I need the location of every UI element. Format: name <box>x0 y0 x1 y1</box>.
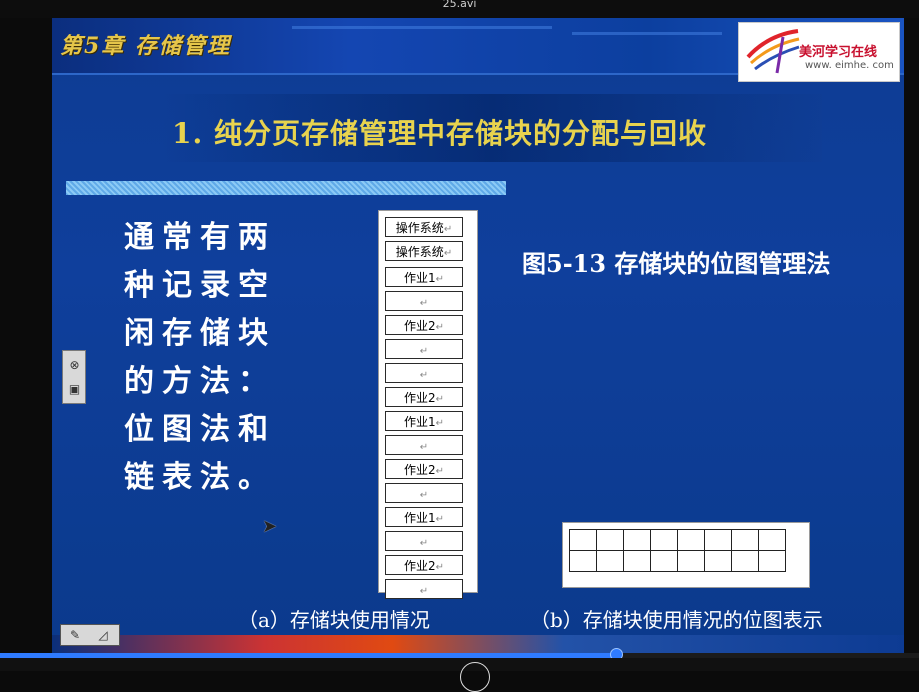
bitmap-grid <box>569 529 786 572</box>
bitmap-cell <box>677 529 705 551</box>
return-mark: ↵ <box>419 490 429 501</box>
bitmap-cell <box>758 529 786 551</box>
body-line: 位图法和 <box>124 412 276 447</box>
bitmap-cell <box>650 529 678 551</box>
close-circle-icon[interactable]: ⊗ <box>66 357 83 373</box>
play-button[interactable] <box>460 662 490 692</box>
memory-block-label: 作业2 <box>403 319 436 333</box>
return-mark: ↵ <box>435 466 445 477</box>
hatched-divider <box>66 181 506 195</box>
memory-block-label: 作业1 <box>403 415 436 429</box>
return-mark: ↵ <box>435 418 445 429</box>
memory-block-label: 操作系统 <box>395 245 444 259</box>
memory-block-label: 作业2 <box>403 391 436 405</box>
memory-block: 作业2↵ <box>385 387 463 407</box>
figure-caption: 图5-13 存储块的位图管理法 <box>522 249 831 278</box>
triangle-icon[interactable]: ◿ <box>91 627 115 643</box>
body-line: 的方法： <box>124 364 276 399</box>
memory-block: ↵ <box>385 531 463 551</box>
caption-b: （b）存储块使用情况的位图表示 <box>530 608 823 632</box>
bitmap-cell <box>623 529 651 551</box>
player-controls <box>0 658 919 671</box>
logo-url: www. eimhe. com <box>805 60 894 71</box>
bitmap-cell <box>731 529 759 551</box>
window-title: 25.avi <box>442 0 477 10</box>
pen-icon[interactable]: ✎ <box>63 627 87 643</box>
return-mark: ↵ <box>419 346 429 357</box>
memory-block: 作业1↵ <box>385 411 463 431</box>
memory-block: 作业2↵ <box>385 555 463 575</box>
return-mark: ↵ <box>435 514 445 525</box>
mouse-pointer-icon: ➤ <box>262 516 278 537</box>
chapter-title: 第5章 存储管理 <box>60 33 231 59</box>
memory-block: ↵ <box>385 579 463 599</box>
slide-nav-control[interactable]: ✎ ◿ <box>60 624 120 646</box>
bitmap-cell <box>704 529 732 551</box>
side-toolbar[interactable]: ⊗ ▣ <box>62 350 86 404</box>
memory-block: ↵ <box>385 363 463 383</box>
bitmap-diagram <box>562 522 810 588</box>
bitmap-cell <box>704 550 732 572</box>
slide: 第5章 存储管理 美河学习在线 www. eimhe. com 1. 纯分页存储… <box>52 18 904 653</box>
memory-block-label: 操作系统 <box>395 221 444 235</box>
bitmap-cell <box>650 550 678 572</box>
body-text: 通常有两 种记录空 闲存储块 的方法： 位图法和 链表法。 <box>124 214 304 502</box>
block-usage-diagram: 操作系统↵ 操作系统↵ 作业1↵ ↵ 作业2↵ ↵ ↵ 作业2↵ 作业1↵ ↵ 作业2↵ ↵ 作业1↵ ↵… <box>378 210 478 599</box>
return-mark: ↵ <box>419 586 429 597</box>
return-mark: ↵ <box>419 298 429 309</box>
memory-block: ↵ <box>385 291 463 311</box>
bitmap-cell <box>731 550 759 572</box>
logo-swoosh-icon <box>746 29 800 74</box>
bitmap-cell <box>758 550 786 572</box>
bitmap-cell <box>677 550 705 572</box>
slide-title: 1. 纯分页存储管理中存储块的分配与回收 <box>172 117 707 150</box>
caption-a: （a）存储块使用情况 <box>238 608 430 632</box>
memory-block: 作业1↵ <box>385 267 463 287</box>
window-pointer-icon[interactable]: ▣ <box>66 381 83 397</box>
return-mark: ↵ <box>443 224 453 235</box>
memory-block: ↵ <box>385 435 463 455</box>
bitmap-cell <box>569 529 597 551</box>
memory-block: 操作系统↵ <box>385 217 463 237</box>
bitmap-cell <box>569 550 597 572</box>
header-stripe <box>292 26 552 29</box>
memory-block-label: 作业2 <box>403 463 436 477</box>
memory-block: ↵ <box>385 483 463 503</box>
memory-block-label: 作业1 <box>403 511 436 525</box>
logo: 美河学习在线 www. eimhe. com <box>738 22 900 82</box>
body-line: 通常有两 <box>124 220 276 255</box>
body-line: 种记录空 <box>124 268 276 303</box>
return-mark: ↵ <box>443 248 453 259</box>
memory-block: 作业2↵ <box>385 315 463 335</box>
bottom-band <box>52 635 904 653</box>
return-mark: ↵ <box>435 322 445 333</box>
memory-block-label: 作业1 <box>403 271 436 285</box>
return-mark: ↵ <box>435 562 445 573</box>
memory-block: 作业1↵ <box>385 507 463 527</box>
return-mark: ↵ <box>435 274 445 285</box>
memory-block: 操作系统↵ <box>385 241 463 261</box>
bitmap-cell <box>623 550 651 572</box>
bitmap-cell <box>596 550 624 572</box>
memory-block: ↵ <box>385 339 463 359</box>
memory-block: 作业2↵ <box>385 459 463 479</box>
return-mark: ↵ <box>435 394 445 405</box>
header-stripe <box>572 32 722 35</box>
return-mark: ↵ <box>419 442 429 453</box>
return-mark: ↵ <box>419 370 429 381</box>
logo-name: 美河学习在线 <box>799 45 878 60</box>
body-line: 闲存储块 <box>124 316 276 351</box>
bitmap-cell <box>596 529 624 551</box>
return-mark: ↵ <box>419 538 429 549</box>
body-line: 链表法。 <box>124 460 276 495</box>
window-title-bar: 25.avi <box>0 0 919 18</box>
memory-block-label: 作业2 <box>403 559 436 573</box>
